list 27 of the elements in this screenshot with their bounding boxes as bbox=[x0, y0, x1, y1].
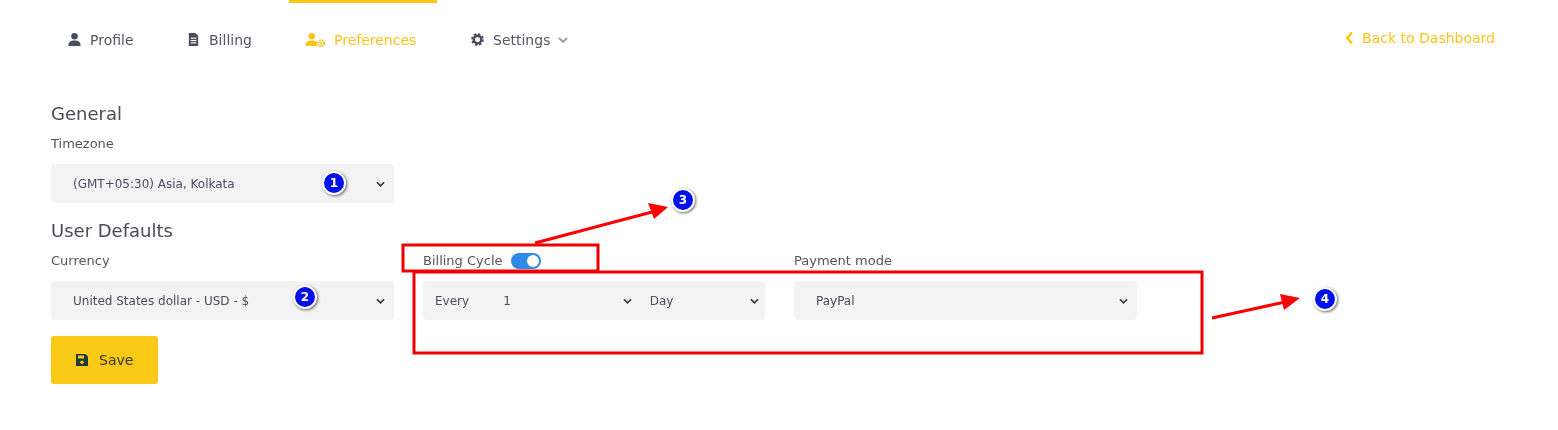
save-button[interactable]: Save bbox=[51, 336, 158, 384]
chevron-left-icon bbox=[1345, 31, 1355, 45]
section-heading: User Defaults bbox=[51, 219, 173, 243]
unit-select[interactable]: Day bbox=[637, 281, 765, 320]
annotation-number: 4 bbox=[1313, 287, 1337, 311]
chevron-icon bbox=[1119, 297, 1128, 304]
chevron-icon bbox=[376, 180, 385, 187]
chevron-icon bbox=[622, 297, 632, 304]
chevron-icon bbox=[750, 297, 759, 304]
field-label: Timezone bbox=[51, 135, 115, 153]
billing-cycle-toggle[interactable] bbox=[510, 253, 541, 269]
annotation-number: 3 bbox=[671, 188, 695, 212]
user-gear-icon bbox=[305, 32, 326, 47]
nav-tab[interactable]: Settings bbox=[454, 0, 585, 76]
field-label: Currency bbox=[51, 252, 111, 270]
document-icon bbox=[186, 32, 201, 47]
nav-tab[interactable]: Billing bbox=[170, 0, 286, 76]
settings-icon bbox=[470, 32, 485, 47]
field-label: Payment mode bbox=[794, 252, 893, 270]
user-icon bbox=[67, 32, 82, 47]
field-label: Billing Cycle bbox=[423, 252, 503, 270]
every-label: Every bbox=[434, 293, 471, 308]
count-select[interactable]: 1 bbox=[491, 281, 638, 320]
payment-mode-select[interactable]: PayPal bbox=[794, 281, 1137, 320]
chevron-icon bbox=[376, 297, 385, 304]
section-heading: General bbox=[51, 102, 122, 126]
nav-tab[interactable]: Profile bbox=[51, 0, 167, 76]
